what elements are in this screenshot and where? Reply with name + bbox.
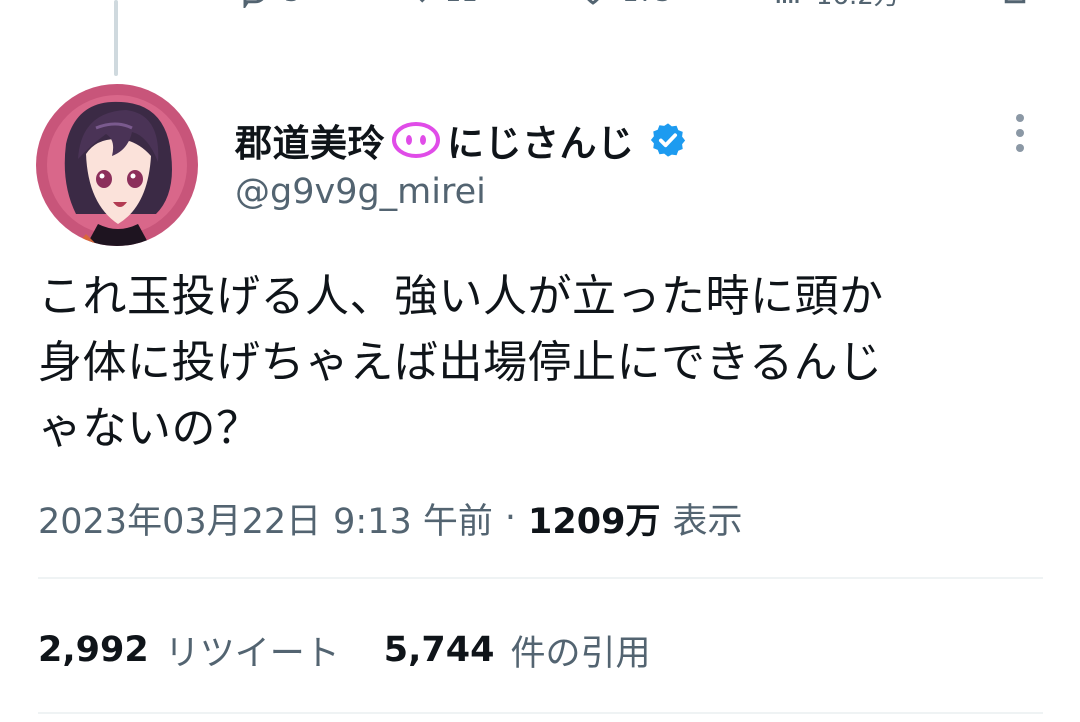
retweets-label[interactable]: リツイート: [165, 625, 340, 676]
reply-icon: [243, 0, 264, 8]
tweet-time[interactable]: 9:13 午前: [333, 493, 493, 544]
views-count: 1209万: [528, 501, 661, 542]
divider: [38, 577, 1043, 579]
retweet-icon: [419, 0, 425, 3]
retweet-action[interactable]: 11: [401, 0, 478, 8]
tweet-text-line: 身体に投げちゃえば出場停止にできるんじ: [38, 337, 883, 388]
verified-badge-icon[interactable]: [649, 121, 687, 159]
quotes-label[interactable]: 件の引用: [510, 625, 650, 676]
thread-connector-line: [114, 0, 118, 76]
share-action[interactable]: [1000, 0, 1030, 8]
more-vertical-icon[interactable]: [1004, 112, 1036, 154]
display-name-suffix[interactable]: にじさんじ: [447, 113, 635, 167]
author-handle[interactable]: @g9v9g_mirei: [235, 172, 486, 212]
tweet-text-line: ゃないの？: [38, 403, 261, 454]
avatar-illustration: [36, 84, 198, 246]
author-name-row[interactable]: 郡道美玲 にじさんじ: [235, 113, 687, 167]
reply-action[interactable]: 3: [240, 0, 301, 8]
pig-nose-icon: [391, 120, 441, 160]
like-action[interactable]: 173: [578, 0, 672, 8]
tweet-date[interactable]: 2023年03月22日: [38, 493, 321, 544]
quotes-count[interactable]: 5,744: [384, 630, 495, 670]
meta-separator: ·: [504, 498, 517, 538]
tweet-text-line: これ玉投げる人、強い人が立った時に頭か: [38, 271, 884, 322]
share-icon: [1004, 0, 1026, 4]
tweet-text: これ玉投げる人、強い人が立った時に頭か 身体に投げちゃえば出場停止にできるんじ …: [38, 264, 1028, 462]
divider: [38, 712, 1043, 714]
avatar[interactable]: [36, 84, 198, 246]
heart-icon: [587, 0, 599, 5]
retweets-count[interactable]: 2,992: [38, 630, 149, 670]
bar-chart-icon: [776, 0, 799, 3]
tweet-meta: 2023年03月22日 9:13 午前 · 1209万 表示: [38, 490, 742, 546]
previous-tweet-action-bar: 3 11 173 16.2万: [240, 0, 1030, 11]
retweet-count: 11: [445, 0, 478, 8]
reply-count: 3: [284, 0, 301, 8]
tweet-detail-view: 3 11 173 16.2万: [0, 0, 1080, 722]
views-action[interactable]: 16.2万: [772, 0, 900, 12]
display-name[interactable]: 郡道美玲: [235, 113, 385, 167]
views-label: 表示: [672, 501, 743, 542]
engagement-stats: 2,992 リツイート 5,744 件の引用: [38, 620, 694, 680]
views-count-previous: 16.2万: [816, 0, 900, 12]
like-count: 173: [622, 0, 672, 8]
